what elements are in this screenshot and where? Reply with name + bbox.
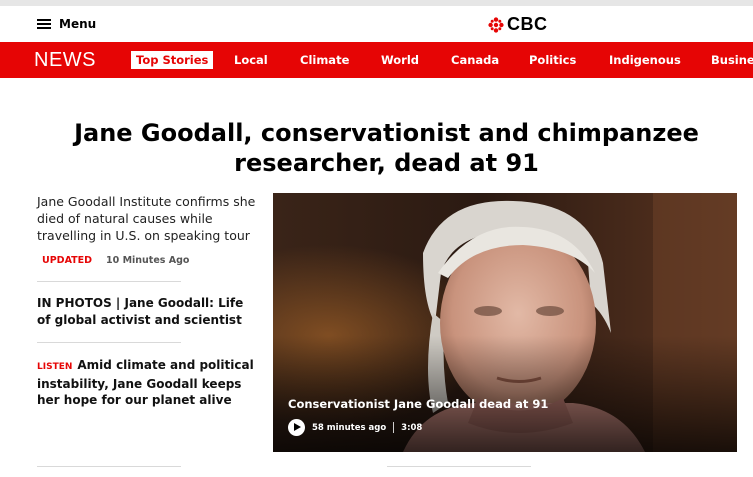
video-published-time: 58 minutes ago — [312, 422, 387, 433]
video-caption: Conservationist Jane Goodall dead at 91 — [288, 397, 549, 411]
listen-tag: LISTEN — [37, 362, 73, 372]
menu-button[interactable]: Menu — [37, 17, 96, 31]
lead-headline[interactable]: Jane Goodall, conservationist and chimpa… — [20, 118, 753, 178]
video-player-thumbnail[interactable]: Conservationist Jane Goodall dead at 91 … — [273, 193, 737, 452]
lead-meta: UPDATED 10 Minutes Ago — [42, 255, 189, 266]
video-duration: 3:08 — [401, 422, 423, 433]
divider — [37, 466, 181, 467]
related-story-photos[interactable]: IN PHOTOS | Jane Goodall: Life of global… — [37, 295, 257, 328]
divider — [37, 342, 181, 343]
nav-item-top-stories[interactable]: Top Stories — [131, 51, 214, 69]
nav-item-business[interactable]: Business — [711, 53, 753, 67]
nav-item-politics[interactable]: Politics — [529, 53, 576, 67]
nav-item-canada[interactable]: Canada — [451, 53, 499, 67]
divider — [37, 281, 181, 282]
cbc-logo-text: CBC — [507, 14, 548, 34]
cbc-gem-icon — [488, 16, 504, 33]
menu-label: Menu — [59, 17, 97, 31]
site-header: Menu CBC — [0, 6, 753, 42]
nav-item-climate[interactable]: Climate — [300, 53, 349, 67]
nav-item-world[interactable]: World — [381, 53, 419, 67]
news-brand[interactable]: NEWS — [34, 49, 96, 72]
updated-badge: UPDATED — [42, 255, 93, 266]
play-icon[interactable] — [288, 419, 305, 436]
video-thumbnail-image — [273, 193, 737, 452]
lead-summary[interactable]: Jane Goodall Institute confirms she died… — [37, 193, 262, 244]
nav-item-local[interactable]: Local — [234, 53, 268, 67]
related-story-listen[interactable]: LISTEN Amid climate and political instabi… — [37, 357, 257, 409]
menu-icon — [37, 19, 51, 29]
meta-separator — [393, 422, 395, 433]
related-story-title: IN PHOTOS | Jane Goodall: Life of global… — [37, 296, 244, 327]
divider — [387, 466, 531, 467]
cbc-logo[interactable]: CBC — [488, 14, 548, 35]
section-navbar: NEWS Top Stories Local Climate World Can… — [0, 42, 753, 78]
updated-timestamp: 10 Minutes Ago — [106, 255, 190, 266]
nav-item-indigenous[interactable]: Indigenous — [609, 53, 681, 67]
video-meta: 58 minutes ago 3:08 — [288, 419, 422, 436]
